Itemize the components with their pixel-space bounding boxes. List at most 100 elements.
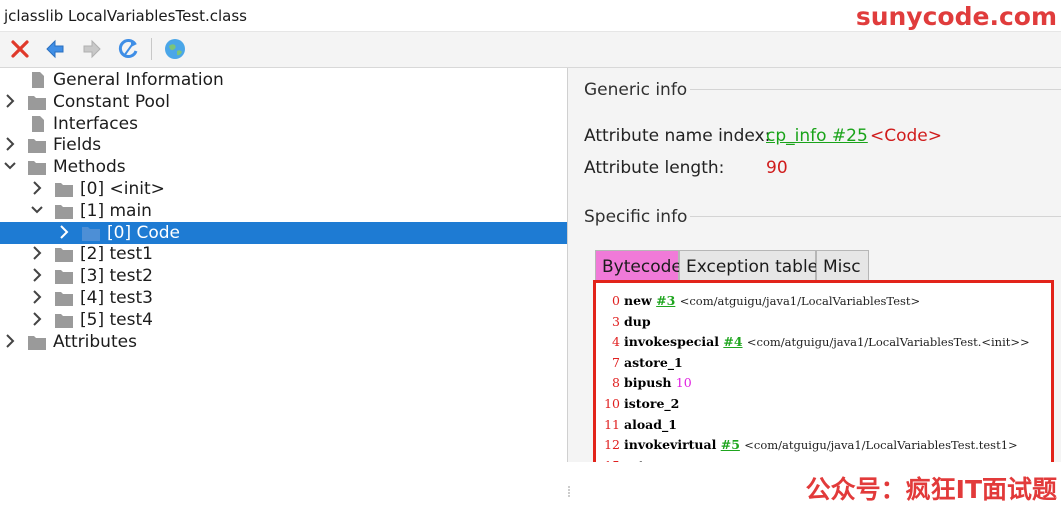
- folder-icon: [54, 181, 74, 197]
- tree-node[interactable]: [1] main: [0, 200, 567, 222]
- window-title: jclasslib LocalVariablesTest.class: [4, 7, 247, 25]
- chevron-right-icon[interactable]: [3, 333, 17, 349]
- tree-node[interactable]: [4] test3: [0, 287, 567, 309]
- tree-node-label: General Information: [53, 70, 224, 90]
- bytecode-instruction: new #3 <com/atguigu/java1/LocalVariables…: [624, 293, 921, 308]
- attribute-name-value: <Code>: [870, 126, 943, 146]
- tab-bytecode[interactable]: Bytecode: [595, 250, 682, 280]
- bytecode-line: 7 astore_1: [596, 355, 1051, 375]
- attribute-length-value: 90: [766, 158, 788, 178]
- tree-node-label: [0] <init>: [80, 179, 165, 199]
- folder-icon: [27, 159, 47, 176]
- bytecode-offset: 0: [612, 293, 620, 308]
- tree-node[interactable]: [5] test4: [0, 309, 567, 331]
- tree-node[interactable]: Fields: [0, 134, 567, 156]
- bytecode-line: 12 invokevirtual #5 <com/atguigu/java1/Lo…: [596, 437, 1051, 457]
- attribute-name-link[interactable]: cp_info #25: [766, 126, 868, 146]
- bytecode-instruction: aload_1: [624, 416, 677, 432]
- operand-number: 10: [675, 375, 692, 391]
- folder-icon: [54, 203, 74, 219]
- bytecode-offset: 11: [604, 416, 620, 432]
- reload-icon[interactable]: [116, 36, 142, 62]
- globe-icon[interactable]: [162, 36, 188, 62]
- tree-node-label: Attributes: [53, 331, 137, 352]
- chevron-right-icon[interactable]: [57, 224, 71, 240]
- bytecode-instruction: invokespecial #4 <com/atguigu/java1/Loca…: [624, 334, 1030, 350]
- folder-icon: [81, 225, 101, 241]
- tree-node-label: [4] test3: [80, 288, 153, 308]
- folder-icon: [27, 94, 47, 110]
- forward-arrow-icon[interactable]: [79, 36, 105, 62]
- chevron-right-icon[interactable]: [30, 289, 44, 305]
- bytecode-offset: 12: [604, 437, 620, 453]
- chevron-right-icon[interactable]: [3, 136, 17, 152]
- tree-node-label: [0] Code: [107, 222, 181, 243]
- class-structure-tree: General Information Constant Pool Interfac…: [0, 68, 567, 501]
- title-bar: jclasslib LocalVariablesTest.class sunyc…: [0, 0, 1061, 32]
- attribute-length-label: Attribute length:: [584, 158, 725, 178]
- chevron-right-icon[interactable]: [30, 180, 44, 196]
- tree-node[interactable]: Constant Pool: [0, 91, 567, 113]
- bytecode-instruction: bipush 10: [624, 375, 692, 391]
- tree-node[interactable]: Attributes: [0, 331, 567, 353]
- bytecode-line: 10 istore_2: [596, 396, 1051, 416]
- tree-node-label: Methods: [53, 157, 126, 178]
- watermark-top: sunycode.com: [855, 2, 1057, 31]
- tab-exception-table[interactable]: Exception table: [679, 250, 818, 280]
- folder-icon: [54, 268, 74, 285]
- bytecode-comment: <com/atguigu/java1/LocalVariablesTest.te…: [744, 438, 1018, 453]
- toolbar: [0, 32, 1061, 68]
- back-arrow-icon[interactable]: [42, 36, 68, 62]
- bytecode-offset: 8: [612, 375, 620, 391]
- bytecode-instruction: istore_2: [624, 396, 680, 411]
- tree-node[interactable]: Interfaces: [0, 113, 567, 135]
- tree-node[interactable]: [0] Code: [0, 221, 567, 244]
- tree-node[interactable]: General Information: [0, 69, 567, 91]
- tree-node-label: [1] main: [80, 200, 152, 221]
- tree-node-label: [5] test4: [80, 309, 153, 330]
- folder-icon: [54, 290, 74, 306]
- tree-node-label: Fields: [53, 135, 102, 156]
- bytecode-line: 11 aload_1: [596, 417, 1051, 437]
- constant-pool-ref-link[interactable]: #4: [723, 334, 742, 349]
- tree-node[interactable]: Methods: [0, 156, 567, 178]
- file-icon: [27, 115, 47, 132]
- chevron-right-icon[interactable]: [30, 245, 44, 261]
- bytecode-offset: 3: [612, 313, 620, 329]
- tree-node[interactable]: [0] <init>: [0, 178, 567, 200]
- bytecode-instruction: invokevirtual #5 <com/atguigu/java1/Loca…: [624, 437, 1018, 453]
- tree-node[interactable]: [2] test1: [0, 243, 567, 265]
- folder-icon: [54, 312, 74, 328]
- specific-info-title: Specific info: [584, 207, 688, 227]
- bytecode-listing: 0 new #3 <com/atguigu/java1/LocalVariable…: [593, 280, 1054, 470]
- bytecode-instruction: dup: [624, 313, 651, 329]
- bytecode-line: 8 bipush 10: [596, 375, 1051, 395]
- attribute-name-label: Attribute name index:: [584, 126, 771, 146]
- bytecode-comment: <com/atguigu/java1/LocalVariablesTest.<i…: [746, 335, 1030, 350]
- folder-icon: [27, 137, 47, 154]
- chevron-right-icon[interactable]: [3, 93, 17, 109]
- folder-icon: [27, 334, 47, 350]
- tree-node-label: [3] test2: [80, 266, 153, 287]
- chevron-down-icon[interactable]: [3, 158, 17, 174]
- tab-misc[interactable]: Misc: [816, 250, 869, 280]
- bytecode-offset: 10: [604, 396, 620, 411]
- generic-info-rule: [690, 89, 1061, 90]
- close-icon[interactable]: [7, 36, 33, 62]
- chevron-right-icon[interactable]: [30, 267, 44, 283]
- chevron-right-icon[interactable]: [30, 311, 44, 327]
- resize-grip-icon[interactable]: [567, 485, 573, 499]
- folder-icon: [54, 246, 74, 263]
- bytecode-offset: 7: [612, 354, 620, 370]
- constant-pool-ref-link[interactable]: #5: [721, 437, 740, 452]
- tree-node-label: [2] test1: [80, 244, 153, 265]
- specific-info-rule: [690, 216, 1061, 217]
- chevron-down-icon[interactable]: [30, 202, 44, 218]
- bytecode-line: 4 invokespecial #4 <com/atguigu/java1/Loc…: [596, 334, 1051, 354]
- bytecode-line: 0 new #3 <com/atguigu/java1/LocalVariable…: [596, 293, 1051, 313]
- file-icon: [27, 72, 47, 88]
- tree-node[interactable]: [3] test2: [0, 265, 567, 287]
- toolbar-separator: [151, 38, 152, 60]
- constant-pool-ref-link[interactable]: #3: [656, 293, 675, 308]
- generic-info-title: Generic info: [584, 80, 688, 100]
